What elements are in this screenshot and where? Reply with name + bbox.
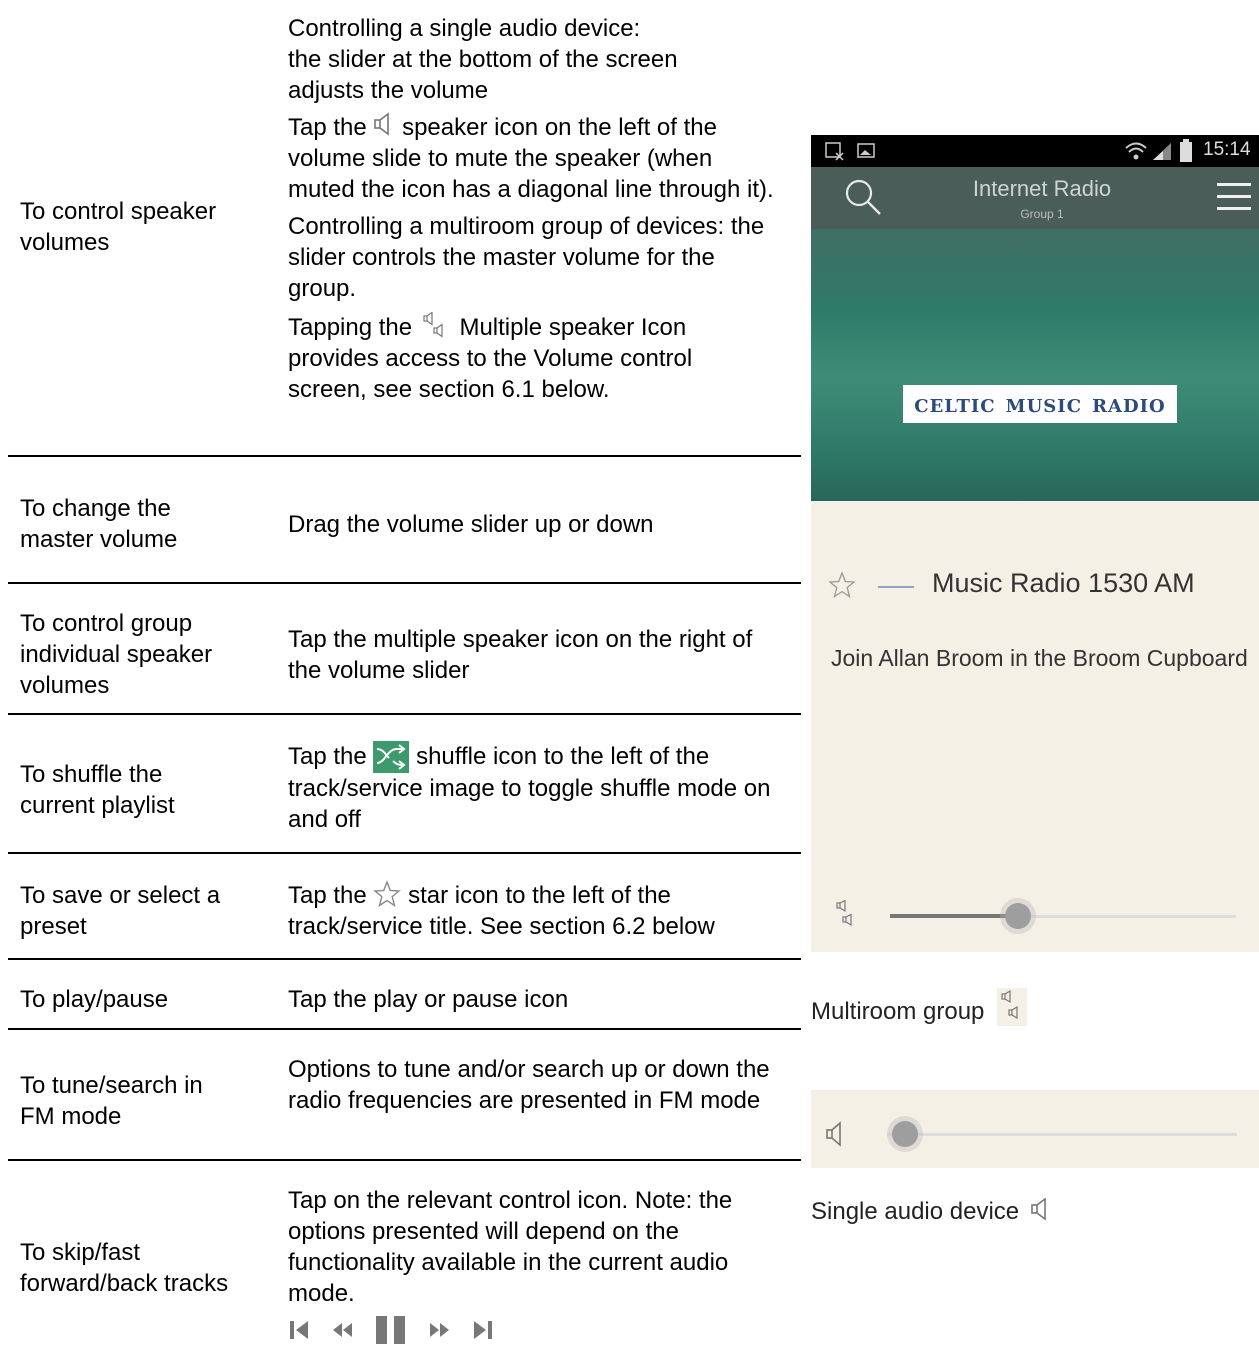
description-cell: Tap the star icon to the left of the tra… (288, 880, 715, 940)
action-cell: To change the master volume (20, 495, 178, 553)
description-cell: Tap on the relevant control icon. Note: … (288, 1185, 798, 1345)
description-cell: Drag the volume slider up or down (288, 511, 654, 538)
rewind-icon (333, 1323, 352, 1337)
action-cell: To control group individual speaker volu… (20, 610, 213, 699)
app-title: Internet Radio (972, 176, 1112, 201)
star-icon (373, 880, 402, 908)
table-row: To tune/search in FM mode Options to tun… (8, 1030, 801, 1161)
media-controls (288, 1315, 798, 1345)
menu-icon[interactable] (1217, 181, 1251, 211)
multi-speaker-icon[interactable] (835, 900, 861, 930)
description-text: Tap on the relevant control icon. Note: … (288, 1187, 733, 1307)
battery-icon (1180, 139, 1192, 162)
table-row: To skip/fast forward/back tracks Tap on … (8, 1161, 801, 1360)
shuffle-icon (373, 741, 410, 773)
signal-icon (1153, 143, 1171, 160)
table-row: To control speaker volumes Controlling a… (8, 8, 801, 457)
phone-screenshot: 15:14 Internet Radio Group 1 celtic musi… (811, 135, 1259, 952)
description-cell: Controlling a single audio device: the s… (288, 13, 798, 405)
action-cell: To tune/search in FM mode (20, 1072, 203, 1130)
description-text: Tapping the Multiple speaker Icon provid… (288, 312, 693, 403)
action-cell: To control speaker volumes (20, 198, 217, 256)
volume-slider-thumb[interactable] (1000, 898, 1037, 934)
speaker-icon (374, 112, 390, 136)
table-row: To control group individual speaker volu… (8, 584, 801, 715)
description-cell: Options to tune and/or search up or down… (288, 1056, 770, 1114)
station-thumbnail (878, 586, 914, 588)
multi-speaker-icon (423, 312, 443, 338)
station-logo: celtic music radio (903, 385, 1177, 423)
action-cell: To save or select a preset (20, 882, 221, 940)
skip-forward-icon (474, 1321, 492, 1339)
caption-multiroom: Multiroom group (811, 988, 1028, 1026)
multi-speaker-icon (997, 988, 1028, 1026)
app-subtitle: Group 1 (1020, 207, 1064, 221)
description-text: Controlling a single audio device: the s… (288, 15, 678, 104)
pause-icon (376, 1316, 405, 1344)
table-row: To save or select a preset Tap the star … (8, 854, 801, 960)
description-cell: Tap the multiple speaker icon on the rig… (288, 626, 753, 684)
action-cell: To shuffle the current playlist (20, 761, 175, 819)
skip-back-icon (290, 1321, 308, 1339)
volume-slider-thumb[interactable] (887, 1116, 923, 1152)
app-bar: Internet Radio Group 1 (811, 167, 1259, 229)
speaker-icon[interactable] (825, 1120, 851, 1150)
status-bar: 15:14 (811, 135, 1259, 167)
station-name: Music Radio 1530 AM (932, 568, 1195, 598)
description-cell: Tap the shuffle icon to the left of the … (288, 741, 771, 833)
speaker-icon (1031, 1198, 1046, 1221)
show-description: Join Allan Broom in the Broom Cupboard (831, 645, 1248, 671)
clock: 15:14 (1203, 139, 1251, 160)
action-cell: To skip/fast forward/back tracks (20, 1239, 229, 1297)
wifi-icon (1125, 142, 1147, 160)
action-cell: To play/pause (20, 986, 169, 1013)
notification-icon (825, 142, 844, 161)
single-device-slider-panel (811, 1090, 1259, 1168)
description-text: Controlling a multiroom group of devices… (288, 213, 765, 302)
table-row: To change the master volume Drag the vol… (8, 457, 801, 584)
description-cell: Tap the play or pause icon (288, 986, 569, 1013)
description-text: Tap the speaker icon on the left of the … (288, 112, 774, 203)
table-row: To shuffle the current playlist Tap the … (8, 715, 801, 854)
image-icon (857, 143, 875, 158)
fast-forward-icon (430, 1323, 449, 1337)
volume-slider-track[interactable] (887, 1133, 1237, 1136)
star-icon[interactable] (828, 571, 856, 599)
caption-single: Single audio device (811, 1198, 1052, 1226)
table-row: To play/pause Tap the play or pause icon (8, 960, 801, 1030)
station-artwork: celtic music radio (811, 229, 1259, 501)
volume-slider-fill (890, 914, 1019, 918)
